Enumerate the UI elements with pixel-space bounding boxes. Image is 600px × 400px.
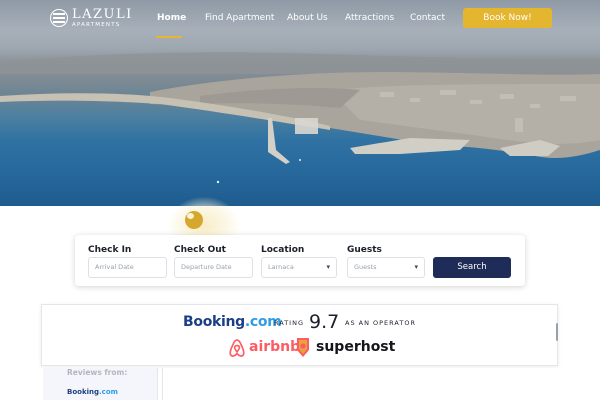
decorative-orb-icon (185, 211, 203, 229)
nav-item-home[interactable]: Home (157, 12, 186, 24)
airbnb-icon (229, 339, 245, 357)
page: LAZULI APARTMENTS Home Find Apartment Ab… (0, 0, 600, 400)
guests-label: Guests (347, 245, 382, 255)
checkin-date-field[interactable]: Arrival Date (88, 257, 167, 278)
reviews-source-booking[interactable]: Booking.com (67, 388, 118, 397)
reviews-source-suffix: .com (99, 388, 118, 396)
airbnb-label: airbnb (249, 339, 301, 355)
book-now-button[interactable]: Book Now! (463, 8, 552, 28)
booking-search-card: Check In Arrival Date Check Out Departur… (75, 235, 525, 286)
checkout-label: Check Out (174, 245, 226, 255)
location-label: Location (261, 245, 305, 255)
search-button[interactable]: Search (433, 257, 511, 278)
nav-item-contact[interactable]: Contact (410, 12, 445, 24)
rating-bar: Booking.com RATING 9.7 AS AN OPERATOR ai… (41, 304, 558, 366)
top-navigation: LAZULI APARTMENTS Home Find Apartment Ab… (0, 0, 600, 40)
guests-select[interactable]: Guests (347, 257, 425, 278)
reviews-title: Reviews from: (67, 368, 128, 377)
reviews-content-panel (162, 368, 558, 400)
scroll-indicator[interactable] (556, 323, 558, 341)
logo-subtitle: APARTMENTS (72, 22, 121, 28)
reviews-source-brand: Booking (67, 388, 100, 396)
location-select[interactable]: Larnaca (261, 257, 337, 278)
checkin-label: Check In (88, 245, 132, 255)
active-nav-indicator (156, 36, 182, 38)
booking-logo: Booking.com (183, 314, 282, 330)
booking-brand: Booking (183, 314, 245, 330)
superhost-label: superhost (316, 339, 396, 355)
rating-word: RATING (274, 319, 304, 327)
reviews-panel: Reviews from: Booking.com (43, 368, 158, 400)
operator-text: AS AN OPERATOR (345, 319, 416, 327)
logo-name: LAZULI (72, 7, 133, 22)
superhost-badge-icon (297, 338, 309, 357)
logo-mark-icon (50, 9, 68, 27)
nav-item-attractions[interactable]: Attractions (345, 12, 394, 24)
logo[interactable]: LAZULI APARTMENTS (50, 7, 133, 30)
checkout-date-field[interactable]: Departure Date (174, 257, 253, 278)
nav-item-find-apartment[interactable]: Find Apartment (205, 12, 274, 24)
rating-score: 9.7 (309, 311, 340, 333)
nav-item-about-us[interactable]: About Us (287, 12, 328, 24)
